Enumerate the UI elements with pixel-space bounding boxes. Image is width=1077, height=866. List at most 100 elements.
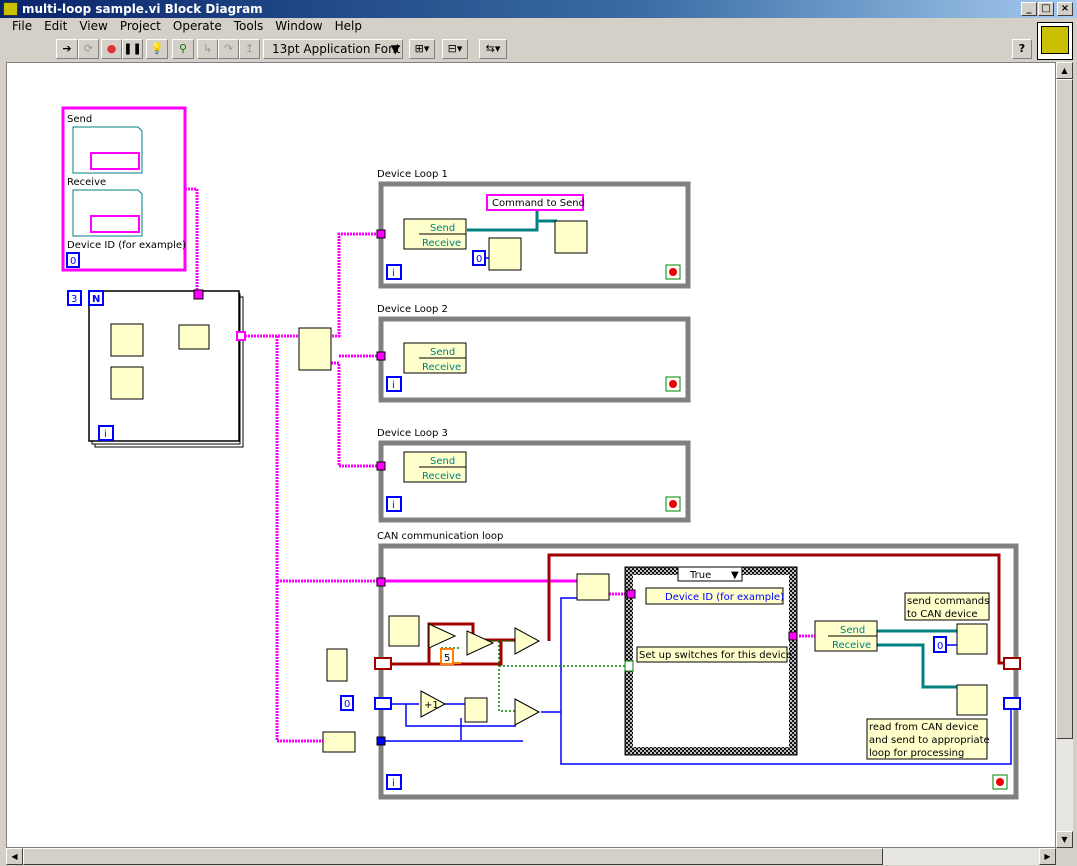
- font-select[interactable]: 13pt Application Font ▼: [263, 39, 403, 59]
- abort-icon[interactable]: ●: [101, 39, 122, 59]
- menu-window[interactable]: Window: [269, 18, 328, 35]
- select-icon: [514, 627, 541, 655]
- highlight-execution-icon[interactable]: 💡: [146, 39, 168, 59]
- step-over-icon[interactable]: ↷: [218, 39, 239, 59]
- cluster-constant[interactable]: Send Receive Device ID (for example) 0: [61, 106, 187, 272]
- menu-tools[interactable]: Tools: [228, 18, 270, 35]
- quotient-remainder-icon: [464, 697, 488, 723]
- menu-file[interactable]: File: [6, 18, 38, 35]
- unbundle-receive: Receive: [422, 238, 461, 249]
- unbundle-send: Send: [430, 347, 455, 358]
- constant-5: 5: [444, 653, 450, 664]
- unbundle-receive: Receive: [422, 362, 461, 373]
- iteration-terminal: i: [392, 268, 395, 279]
- comment-read: read from CAN device: [869, 722, 978, 733]
- step-out-icon[interactable]: ↥: [239, 39, 260, 59]
- comment-set-up-switches: Set up switches for this device: [639, 650, 792, 661]
- unbundle-receive: Receive: [832, 640, 871, 651]
- stop-terminal-icon: [669, 500, 677, 508]
- unbundle-receive: Receive: [422, 471, 461, 482]
- maximize-button[interactable]: □: [1038, 2, 1054, 16]
- loop-count-constant: 3: [71, 294, 77, 305]
- step-into-icon[interactable]: ↳: [197, 39, 218, 59]
- toolbar: ➔ ⟳ ● ❚❚ 💡 ⚲ ↳ ↷ ↥ 13pt Application Font…: [0, 36, 1077, 61]
- increment-label: +1: [424, 700, 439, 711]
- align-objects-icon[interactable]: ⊞▾: [409, 39, 435, 59]
- run-arrow-icon[interactable]: ➔: [56, 39, 78, 59]
- labview-app-icon: [3, 2, 18, 16]
- initial-index-constant: 0: [344, 699, 350, 710]
- menu-view[interactable]: View: [73, 18, 113, 35]
- scroll-up-arrow-icon[interactable]: ▲: [1056, 62, 1073, 79]
- window-title: multi-loop sample.vi Block Diagram: [22, 2, 263, 16]
- menu-help[interactable]: Help: [329, 18, 368, 35]
- tick-count-icon: [326, 648, 348, 682]
- diagram-svg: Send Receive Device ID (for example) 0 3…: [61, 106, 1021, 800]
- minimize-button[interactable]: _: [1021, 2, 1037, 16]
- select-icon: [514, 698, 541, 726]
- subtract-icon: [428, 623, 457, 649]
- menu-project[interactable]: Project: [114, 18, 167, 35]
- shift-register-right: [1003, 697, 1021, 710]
- distribute-objects-icon[interactable]: ⊟▾: [442, 39, 468, 59]
- obtain-queue-icon: [110, 366, 144, 400]
- close-button[interactable]: ×: [1057, 2, 1073, 16]
- enqueue-element-icon: [956, 684, 988, 716]
- index-array-icon: [576, 573, 610, 601]
- indexing-tunnel: [236, 331, 246, 341]
- device-id-element: Device ID (for example): [665, 592, 784, 603]
- shift-register-left: [374, 697, 392, 710]
- array-size-icon: [322, 731, 356, 753]
- iteration-terminal: i: [392, 380, 395, 391]
- tick-count-icon: [388, 615, 420, 647]
- stop-terminal-icon: [996, 778, 1004, 786]
- menu-edit[interactable]: Edit: [38, 18, 73, 35]
- device-loop-3: Device Loop 3 Send Receive i: [376, 428, 691, 523]
- block-diagram-canvas[interactable]: Send Receive Device ID (for example) 0 3…: [6, 62, 1056, 848]
- device-id-value: 0: [70, 256, 76, 267]
- timeout-constant: 0: [476, 254, 482, 265]
- comment-send: to CAN device: [907, 609, 978, 620]
- pause-icon[interactable]: ❚❚: [122, 39, 143, 59]
- command-to-send-control: Command to Send: [492, 198, 585, 209]
- context-help-button[interactable]: ?: [1012, 39, 1032, 59]
- wires: [117, 187, 1012, 765]
- scroll-thumb[interactable]: [23, 848, 883, 865]
- menu-operate[interactable]: Operate: [167, 18, 228, 35]
- enqueue-element-icon: [554, 220, 588, 254]
- comment-read: and send to appropriate: [869, 735, 990, 746]
- vi-icon[interactable]: [1037, 22, 1073, 60]
- device-loop-1: Device Loop 1 Command to Send Send Recei…: [376, 169, 691, 289]
- unbundle-send: Send: [840, 625, 865, 636]
- greater-than-icon: [466, 630, 495, 656]
- chevron-down-icon: ▼: [731, 570, 739, 581]
- loop-label: CAN communication loop: [377, 531, 503, 542]
- scroll-left-arrow-icon[interactable]: ◀: [6, 848, 23, 865]
- count-terminal: N: [92, 294, 100, 305]
- shift-register-left: [374, 657, 392, 670]
- run-continuously-icon[interactable]: ⟳: [78, 39, 99, 59]
- unbundle-send: Send: [430, 223, 455, 234]
- retain-wire-values-icon[interactable]: ⚲: [172, 39, 194, 59]
- for-loop: 3 N i: [67, 289, 246, 448]
- comment-send: send commands: [907, 596, 989, 607]
- cluster-send-label: Send: [67, 114, 92, 125]
- scroll-right-arrow-icon[interactable]: ▶: [1039, 848, 1056, 865]
- scroll-thumb[interactable]: [1056, 79, 1073, 739]
- stop-terminal-icon: [669, 380, 677, 388]
- bundle-by-name-icon: [178, 324, 210, 350]
- unbundle-send: Send: [430, 456, 455, 467]
- device-loop-2: Device Loop 2 Send Receive i: [376, 304, 691, 403]
- reorder-icon[interactable]: ⇆▾: [479, 39, 507, 59]
- dequeue-element-icon: [956, 623, 988, 655]
- timeout-constant: 0: [937, 641, 943, 652]
- loop-label: Device Loop 2: [377, 304, 448, 315]
- cluster-device-id-label: Device ID (for example): [67, 240, 186, 251]
- scroll-down-arrow-icon[interactable]: ▼: [1056, 831, 1073, 848]
- horizontal-scrollbar[interactable]: ◀ ▶: [6, 848, 1056, 865]
- iteration-terminal: i: [104, 429, 107, 440]
- vertical-scrollbar[interactable]: ▲ ▼: [1056, 62, 1073, 848]
- build-array-icon: [298, 327, 332, 371]
- font-select-value: 13pt Application Font: [272, 42, 401, 56]
- iteration-terminal: i: [392, 778, 395, 789]
